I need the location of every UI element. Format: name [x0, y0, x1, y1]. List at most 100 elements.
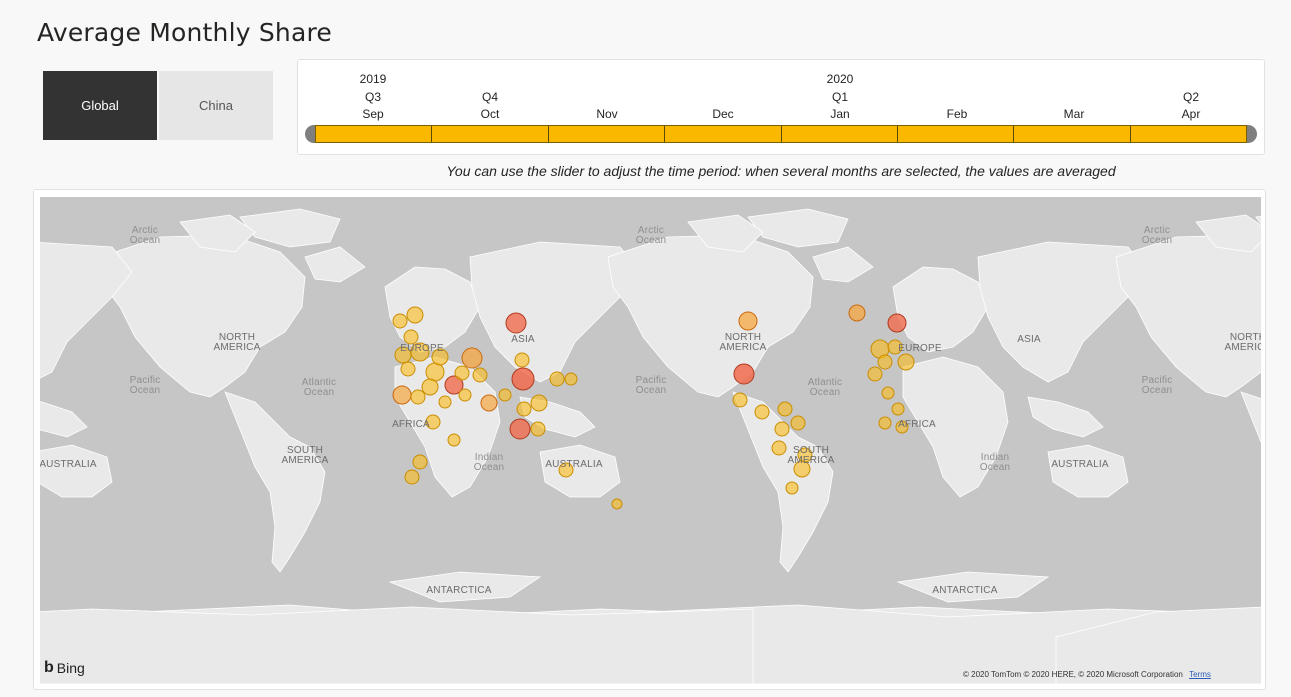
bing-logo-text: Bing [56, 660, 85, 676]
map-bubble[interactable] [848, 304, 866, 322]
map-bubble[interactable] [867, 366, 883, 382]
map-bubble[interactable] [412, 454, 428, 470]
label-north-america-right: NORTH AMERICA [1224, 332, 1261, 353]
timeline-cell-feb[interactable] [898, 126, 1015, 142]
timeline-month-nov[interactable]: Nov [596, 107, 617, 121]
label-north-america-mid: NORTH AMERICA [719, 332, 767, 353]
timeline-month-sep[interactable]: Sep [362, 107, 383, 121]
map-bubble[interactable] [530, 421, 546, 437]
china-toggle-button[interactable]: China [159, 71, 273, 140]
timeline-quarter-q2: Q2 [1182, 90, 1200, 104]
map-bubble[interactable] [785, 481, 799, 495]
map-bubble[interactable] [505, 312, 527, 334]
map-bubble[interactable] [564, 372, 578, 386]
timeline-cell-oct[interactable] [432, 126, 549, 142]
map-bubble[interactable] [498, 388, 512, 402]
map-bubble[interactable] [549, 371, 565, 387]
map-bubble[interactable] [509, 418, 531, 440]
label-europe-left: EUROPE [400, 343, 444, 354]
map-bubble[interactable] [516, 401, 532, 417]
map-bubble[interactable] [733, 363, 755, 385]
timeline-month-dec[interactable]: Dec [712, 107, 733, 121]
map-bubble[interactable] [421, 378, 439, 396]
label-australia-right: AUSTRALIA [1051, 459, 1109, 470]
map-bubble[interactable] [738, 311, 758, 331]
label-south-america-left: SOUTH AMERICA [281, 445, 329, 466]
map-bubble[interactable] [790, 415, 806, 431]
timeline-cell-nov[interactable] [549, 126, 666, 142]
map-bubble[interactable] [777, 401, 793, 417]
label-atlantic-ocean-mid: Atlantic Ocean [807, 377, 843, 398]
bing-logo: b Bing [44, 659, 85, 677]
map-bubble[interactable] [774, 421, 790, 437]
timeline-year-2020: 2020 [826, 72, 854, 86]
global-toggle-button[interactable]: Global [43, 71, 157, 140]
map-bubble[interactable] [771, 440, 787, 456]
map-bubble[interactable] [891, 402, 905, 416]
map-bubble[interactable] [611, 498, 623, 510]
map-bubble[interactable] [458, 388, 472, 402]
timeline-cell-mar[interactable] [1014, 126, 1131, 142]
map-bubble[interactable] [881, 386, 895, 400]
timeline-month-oct[interactable]: Oct [481, 107, 500, 121]
timeline-quarter-q1: Q1 [831, 90, 849, 104]
label-australia-mid: AUSTRALIA [545, 459, 603, 470]
timeline-month-jan[interactable]: Jan [830, 107, 849, 121]
map-bubble[interactable] [480, 394, 498, 412]
map-bubble[interactable] [410, 389, 426, 405]
map-bubble[interactable] [403, 329, 419, 345]
label-north-america-left: NORTH AMERICA [213, 332, 261, 353]
timeline-slider-track[interactable] [305, 125, 1257, 143]
label-antarctica-left: ANTARCTICA [426, 585, 492, 596]
timeline-quarter-q3: Q3 [364, 90, 382, 104]
timeline-selected-range[interactable] [315, 125, 1247, 143]
terms-link[interactable]: Terms [1189, 670, 1211, 679]
label-australia-left: AUSTRALIA [40, 459, 97, 470]
page-title: Average Monthly Share [37, 18, 332, 47]
slider-hint-text: You can use the slider to adjust the tim… [446, 163, 1116, 179]
timeline-cell-apr[interactable] [1131, 126, 1246, 142]
label-indian-ocean-left: Indian Ocean [473, 452, 505, 473]
timeline-month-feb[interactable]: Feb [947, 107, 968, 121]
map-bubble[interactable] [392, 313, 408, 329]
label-pacific-ocean-left: Pacific Ocean [129, 375, 161, 396]
world-map[interactable]: Arctic Ocean Arctic Ocean Arctic Ocean N… [40, 197, 1261, 684]
map-bubble[interactable] [392, 385, 412, 405]
map-bubble[interactable] [732, 392, 748, 408]
map-bubble[interactable] [438, 395, 452, 409]
label-arctic-ocean-left: Arctic Ocean [129, 225, 161, 246]
map-bubble[interactable] [447, 433, 461, 447]
label-asia-left: ASIA [511, 334, 535, 345]
map-bubble[interactable] [887, 313, 907, 333]
label-arctic-ocean-right: Arctic Ocean [1141, 225, 1173, 246]
timeline-month-apr[interactable]: Apr [1182, 107, 1201, 121]
map-bubble[interactable] [404, 469, 420, 485]
map-bubble[interactable] [897, 353, 915, 371]
timeline-quarter-q4: Q4 [481, 90, 499, 104]
map-bubble[interactable] [878, 416, 892, 430]
label-indian-ocean-mid: Indian Ocean [979, 452, 1011, 473]
timeline-cell-dec[interactable] [665, 126, 782, 142]
map-bubble[interactable] [511, 367, 535, 391]
map-bubble[interactable] [454, 365, 470, 381]
label-arctic-ocean-mid: Arctic Ocean [635, 225, 667, 246]
map-bubble[interactable] [406, 306, 424, 324]
map-bubble[interactable] [514, 352, 530, 368]
timeline-slicer: 2019 2020 Q3 Q4 Q1 Q2 Sep Oct Nov Dec Ja… [297, 59, 1265, 155]
map-bubble[interactable] [425, 362, 445, 382]
label-antarctica-mid: ANTARCTICA [932, 585, 998, 596]
map-bubble[interactable] [472, 367, 488, 383]
timeline-month-mar[interactable]: Mar [1064, 107, 1085, 121]
timeline-cell-jan[interactable] [782, 126, 898, 142]
copyright-text: © 2020 TomTom © 2020 HERE, © 2020 Micros… [963, 670, 1183, 679]
map-bubble[interactable] [461, 347, 483, 369]
map-bubble[interactable] [877, 354, 893, 370]
map-bubble[interactable] [400, 361, 416, 377]
label-europe-mid: EUROPE [898, 343, 942, 354]
map-copyright: © 2020 TomTom © 2020 HERE, © 2020 Micros… [963, 670, 1211, 679]
bing-icon: b [44, 659, 54, 676]
label-pacific-ocean-mid: Pacific Ocean [635, 375, 667, 396]
map-bubble[interactable] [754, 404, 770, 420]
map-bubble[interactable] [530, 394, 548, 412]
timeline-cell-sep[interactable] [316, 126, 433, 142]
